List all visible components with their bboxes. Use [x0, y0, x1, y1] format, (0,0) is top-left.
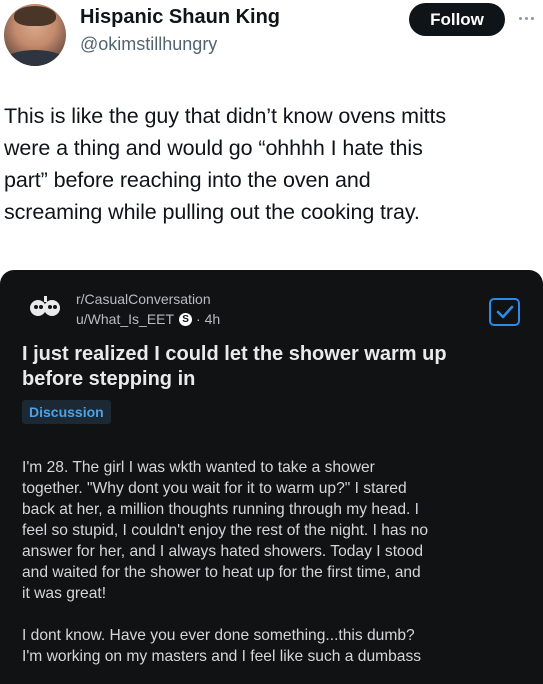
post-age: · 4h [196, 311, 221, 327]
reddit-post-card[interactable]: r/CasualConversation u/What_Is_EET S · 4… [0, 270, 543, 684]
tweet-header: Hispanic Shaun King @okimstillhungry Fol… [0, 0, 543, 80]
tweet-text: This is like the guy that didn’t know ov… [4, 100, 539, 228]
post-line: I dont know. Have you ever done somethin… [22, 627, 415, 644]
post-line: and waited for the shower to heat up for… [22, 564, 421, 581]
user-handle[interactable]: @okimstillhungry [80, 34, 217, 55]
avatar-hair [14, 6, 56, 26]
post-paragraph: I dont know. Have you ever done somethin… [22, 625, 527, 667]
post-line: I'm working on my masters and I feel lik… [22, 648, 422, 665]
post-title-line: I just realized I could let the shower w… [22, 343, 447, 365]
follow-button[interactable]: Follow [409, 3, 505, 36]
post-line: I'm 28. The girl I was wkth wanted to ta… [22, 459, 375, 476]
post-line: back at her, a million thoughts running … [22, 501, 420, 518]
snoo-badge-icon: S [179, 312, 193, 326]
more-horizontal-icon[interactable] [514, 6, 538, 30]
tweet-text-line: part” before reaching into the oven and [4, 168, 371, 192]
avatar[interactable] [4, 4, 66, 66]
subreddit-name[interactable]: r/CasualConversation [76, 291, 211, 307]
display-name[interactable]: Hispanic Shaun King [80, 6, 280, 29]
post-author-row: u/What_Is_EET S · 4h [76, 311, 220, 327]
post-line: answer for her, and I always hated showe… [22, 543, 424, 560]
post-line: feel so stupid, I couldn't enjoy the res… [22, 522, 429, 539]
tweet-text-line: screaming while pulling out the cooking … [4, 200, 420, 224]
checkbox-icon[interactable] [489, 298, 520, 326]
post-paragraph: I'm 28. The girl I was wkth wanted to ta… [22, 457, 527, 604]
subreddit-icon [26, 292, 64, 322]
flair-badge[interactable]: Discussion [22, 400, 111, 424]
post-title-line: before stepping in [22, 368, 196, 390]
post-body: I'm 28. The girl I was wkth wanted to ta… [22, 457, 527, 684]
post-line: it was great! [22, 585, 107, 602]
tweet-text-line: were a thing and would go “ohhhh I hate … [4, 136, 423, 160]
post-line: together. "Why dont you wait for it to w… [22, 480, 407, 497]
avatar-shirt [4, 50, 66, 66]
post-author[interactable]: u/What_Is_EET [76, 311, 174, 327]
post-title[interactable]: I just realized I could let the shower w… [22, 342, 522, 392]
tweet-text-line: This is like the guy that didn’t know ov… [4, 104, 447, 128]
